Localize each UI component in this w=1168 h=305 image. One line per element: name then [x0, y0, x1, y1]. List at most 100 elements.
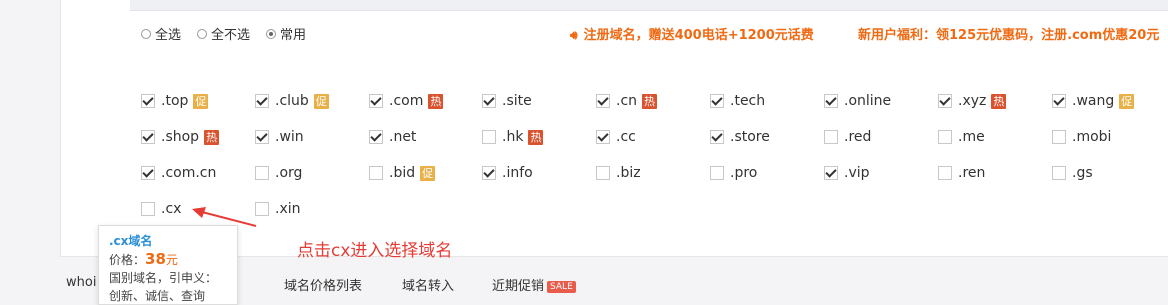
domain-option-cc[interactable]: .cc: [596, 129, 636, 145]
domain-label: .bid: [389, 165, 416, 181]
hot-badge: 热: [528, 129, 544, 145]
domain-option-wang[interactable]: .wang 促: [1052, 93, 1135, 109]
promo-phone[interactable]: 🔊︎ 注册域名，赠送400电话+1200元话费: [570, 24, 814, 43]
checkbox[interactable]: [710, 94, 724, 108]
checkbox[interactable]: [1052, 130, 1066, 144]
domain-option-ren[interactable]: .ren: [938, 165, 985, 181]
checkbox[interactable]: [824, 166, 838, 180]
select-all-radio[interactable]: 全选: [141, 24, 181, 43]
domain-option-info[interactable]: .info: [482, 165, 533, 181]
promo-coupon[interactable]: 新用户福利：领125元优惠码，注册.com优惠20元: [858, 24, 1159, 43]
domain-option-club[interactable]: .club 促: [255, 93, 329, 109]
domain-option-online[interactable]: .online: [824, 93, 891, 109]
checkbox[interactable]: [482, 130, 496, 144]
select-common-label: 常用: [280, 28, 307, 43]
domain-label: .ren: [958, 165, 986, 181]
domain-option-xyz[interactable]: .xyz 热: [938, 93, 1007, 109]
domain-option-vip[interactable]: .vip: [824, 165, 870, 181]
checkbox[interactable]: [824, 94, 838, 108]
checkbox[interactable]: [141, 202, 155, 216]
domain-label: .gs: [1072, 165, 1093, 181]
checkbox[interactable]: [141, 130, 155, 144]
top-strip: [130, 0, 1168, 11]
domain-option-gs[interactable]: .gs: [1052, 165, 1093, 181]
checkbox[interactable]: [255, 94, 269, 108]
domain-option-pro[interactable]: .pro: [710, 165, 757, 181]
sale-badge: SALE: [547, 280, 576, 293]
promo-badge: 促: [313, 93, 329, 109]
checkbox[interactable]: [255, 166, 269, 180]
domain-label: .cn: [616, 93, 638, 109]
domain-option-hk[interactable]: .hk 热: [482, 129, 544, 145]
hot-badge: 热: [428, 93, 444, 109]
domain-label: .store: [730, 129, 770, 145]
radio-dot[interactable]: [197, 28, 208, 39]
checkbox[interactable]: [482, 94, 496, 108]
tooltip-description: 国别域名，引申义：创新、诚信、查询: [109, 271, 218, 303]
domain-option-top[interactable]: .top 促: [141, 93, 209, 109]
checkbox[interactable]: [710, 130, 724, 144]
hot-badge: 热: [204, 129, 220, 145]
domain-option-tech[interactable]: .tech: [710, 93, 765, 109]
domain-option-bid[interactable]: .bid 促: [369, 165, 436, 181]
radio-dot[interactable]: [141, 28, 151, 39]
domain-option-win[interactable]: .win: [255, 129, 304, 145]
domain-option-com[interactable]: .com 热: [369, 93, 444, 109]
annotation-text: 点击cx进入选择域名: [297, 241, 453, 261]
select-none-radio[interactable]: 全不选: [197, 24, 250, 43]
domain-option-net[interactable]: .net: [369, 129, 416, 145]
checkbox[interactable]: [596, 130, 610, 144]
checkbox[interactable]: [938, 166, 952, 180]
domain-label: .online: [844, 93, 892, 109]
recent-promo-label: 近期促销: [492, 279, 545, 294]
domain-option-cx[interactable]: .cx: [141, 201, 181, 217]
checkbox[interactable]: [938, 130, 952, 144]
radio-dot[interactable]: [266, 28, 277, 39]
domain-option-cn[interactable]: .cn 热: [596, 93, 658, 109]
checkbox[interactable]: [369, 130, 383, 144]
domain-label: .hk: [502, 129, 524, 145]
domain-option-biz[interactable]: .biz: [596, 165, 641, 181]
domain-option-com-cn[interactable]: .com.cn: [141, 165, 216, 181]
domain-option-xin[interactable]: .xin: [255, 201, 301, 217]
domain-transfer-link[interactable]: 域名转入: [402, 275, 454, 294]
checkbox[interactable]: [141, 94, 155, 108]
domain-label: .cc: [616, 129, 636, 145]
recent-promo-link[interactable]: 近期促销 SALE: [492, 275, 576, 294]
domain-label: .xyz: [958, 93, 987, 109]
checkbox[interactable]: [824, 130, 838, 144]
domain-label: .mobi: [1072, 129, 1112, 145]
checkbox[interactable]: [369, 166, 383, 180]
domain-option-site[interactable]: .site: [482, 93, 532, 109]
domain-label: .tech: [730, 93, 766, 109]
domain-option-org[interactable]: .org: [255, 165, 302, 181]
checkbox[interactable]: [596, 94, 610, 108]
whois-link[interactable]: whoi: [66, 275, 96, 290]
checkbox[interactable]: [369, 94, 383, 108]
domain-option-mobi[interactable]: .mobi: [1052, 129, 1111, 145]
promo-badge: 促: [1119, 93, 1135, 109]
domain-label: .vip: [844, 165, 870, 181]
checkbox[interactable]: [255, 130, 269, 144]
checkbox[interactable]: [596, 166, 610, 180]
domain-label: .com.cn: [161, 165, 217, 181]
domain-label: .site: [502, 93, 532, 109]
domain-label: .red: [844, 129, 872, 145]
domain-label: .win: [275, 129, 304, 145]
checkbox[interactable]: [482, 166, 496, 180]
tooltip-price-row: 价格：38元: [109, 250, 227, 269]
domain-option-store[interactable]: .store: [710, 129, 770, 145]
price-list-link[interactable]: 域名价格列表: [284, 275, 362, 294]
checkbox[interactable]: [141, 166, 155, 180]
checkbox[interactable]: [710, 166, 724, 180]
domain-label: .xin: [275, 201, 301, 217]
domain-option-red[interactable]: .red: [824, 129, 871, 145]
promo-badge: 促: [193, 93, 209, 109]
checkbox[interactable]: [1052, 166, 1066, 180]
domain-label: .biz: [616, 165, 641, 181]
domain-option-me[interactable]: .me: [938, 129, 985, 145]
select-common-radio[interactable]: 常用: [266, 24, 306, 43]
checkbox[interactable]: [938, 94, 952, 108]
domain-option-shop[interactable]: .shop 热: [141, 129, 220, 145]
checkbox[interactable]: [1052, 94, 1066, 108]
